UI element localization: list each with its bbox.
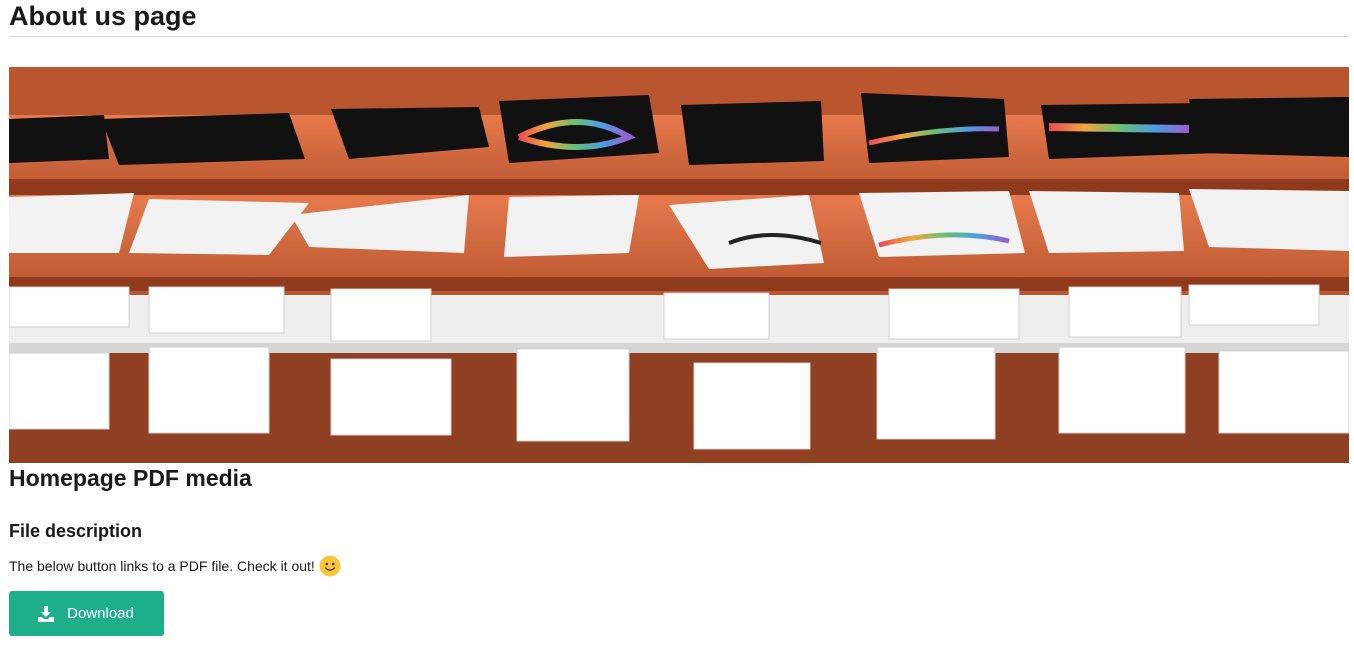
download-button[interactable]: Download	[9, 591, 164, 636]
page-title: About us page	[9, 1, 197, 31]
file-description: The below button links to a PDF file. Ch…	[9, 554, 341, 578]
page: About us page Homepage PDF media File de…	[0, 0, 1354, 657]
file-description-heading: File description	[9, 521, 143, 541]
slightly-smiling-face-icon	[319, 555, 341, 577]
file-description-text: The below button links to a PDF file. Ch…	[9, 558, 315, 574]
download-button-label: Download	[67, 605, 134, 622]
title-divider	[9, 36, 1349, 37]
hero-image	[9, 67, 1349, 463]
download-icon	[38, 605, 55, 622]
media-heading: Homepage PDF media	[9, 465, 252, 491]
